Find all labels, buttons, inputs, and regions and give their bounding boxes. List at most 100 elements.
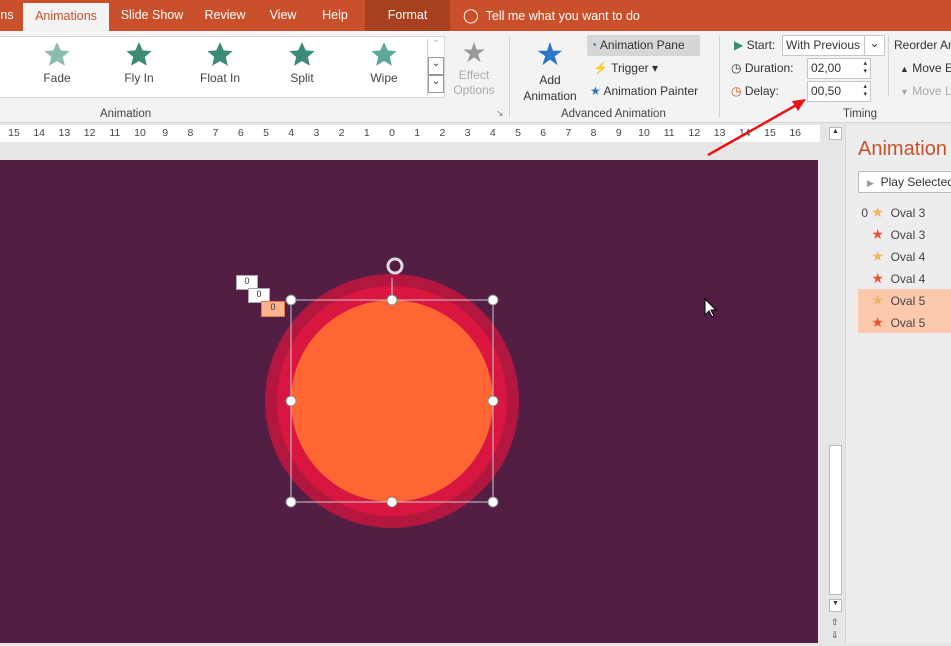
lightbulb-icon: ◯ [463,7,479,23]
scroll-up-icon[interactable]: ▲ [829,127,842,140]
animation-list-item[interactable]: ★ Oval 4 [858,245,951,267]
group-label-timing: Timing [843,108,878,120]
animation-list-item[interactable]: ★ Oval 4 [858,267,951,289]
ruler-label: 7 [212,127,219,139]
horizontal-ruler: 15 14 13 12 11 10 9 8 7 6 5 4 3 2 1 0 1 2 3 4 5 6 7 8 9 10 11 12 13 1… [0,125,820,142]
lightning-icon: ⚡ [593,61,608,75]
animation-list-item[interactable]: ★ Oval 5 [858,289,951,311]
ruler-label: 12 [688,127,701,139]
rotate-handle-icon[interactable] [386,257,404,275]
ruler-label: 1 [363,127,370,139]
emphasis-star-icon: ★ [871,270,884,286]
star-icon [44,42,70,66]
add-star-icon: ★ [535,36,565,72]
animation-tag-selected[interactable]: 0 [261,301,285,317]
animation-pane-button[interactable]: ◔ Animation Pane [587,35,700,56]
chevron-up-icon[interactable]: ⌃ [428,39,444,57]
divider [509,36,510,118]
star-icon [126,42,152,66]
ruler-label: 13 [58,127,71,139]
animation-list-item[interactable]: 0 ★ Oval 3 [858,201,951,223]
start-select[interactable]: With Previous ⌄ [782,35,885,56]
reorder-label: Reorder An [894,38,951,52]
resize-handle[interactable] [285,395,297,407]
ruler-label: 2 [338,127,345,139]
dialog-launcher-icon[interactable]: ↘ [496,108,504,119]
resize-handle[interactable] [386,294,398,306]
play-selected-button[interactable]: ▶ Play Selected [858,171,951,193]
scroll-thumb[interactable] [829,445,842,595]
scroll-down-icon[interactable]: ▼ [829,599,842,612]
duration-input[interactable]: 02,00 ▴ ▾ [807,58,871,79]
resize-handle[interactable] [487,294,499,306]
ruler-label: 5 [263,127,269,139]
tab-transitions[interactable]: ns [0,0,14,31]
ruler-label: 15 [8,127,20,139]
tab-review[interactable]: Review [198,0,252,31]
ruler-label: 11 [663,127,675,139]
duration-label: ◷ Duration: [731,61,794,75]
resize-handle[interactable] [487,395,499,407]
mouse-cursor-icon [704,297,718,318]
animation-wipe[interactable]: Wipe [354,41,414,85]
animation-list-item[interactable]: ★ Oval 5 [858,311,951,333]
spinner-icon: ▴ ▾ [863,83,867,98]
animation-float-in[interactable]: Float In [190,41,250,85]
divider [888,36,889,96]
previous-slide-icon[interactable]: ⇧ [831,617,839,628]
ruler-label: 6 [237,127,244,139]
pane-title: Animation [858,138,947,160]
emphasis-star-icon: ★ [871,226,884,242]
effect-options-button[interactable]: ★ Effect Options [449,38,499,98]
slide-canvas[interactable]: 0 0 0 [0,160,818,643]
entrance-star-icon: ★ [871,204,884,220]
resize-handle[interactable] [386,496,398,508]
ruler-label: 8 [590,127,597,139]
tab-animations[interactable]: Animations [23,3,109,31]
gallery-scroll[interactable]: ⌃ ⌄ ⌄ [427,39,444,95]
tell-me-search[interactable]: ◯ Tell me what you want to do [463,0,640,31]
gallery-more-icon[interactable]: ⌄ [428,75,444,93]
move-earlier-button[interactable]: ▲ Move E [900,61,951,75]
animation-fade[interactable]: Fade [27,41,87,85]
chevron-down-icon[interactable]: ⌄ [428,57,444,75]
ruler-label: 5 [515,127,521,139]
move-later-button[interactable]: ▼ Move L [900,84,951,98]
animation-list-item[interactable]: ★ Oval 3 [858,223,951,245]
star-icon [207,42,233,66]
painter-icon: ★ [590,84,601,98]
star-icon: ★ [461,37,487,68]
ribbon-tabs: ns Animations Slide Show Review View Hel… [0,0,951,31]
tab-help[interactable]: Help [314,0,356,31]
tab-format[interactable]: Format [365,0,450,31]
animation-split[interactable]: Split [272,41,332,85]
resize-handle[interactable] [285,496,297,508]
trigger-button[interactable]: ⚡ Trigger ▾ [593,61,658,75]
resize-handle[interactable] [285,294,297,306]
ruler-label: 4 [288,127,295,139]
next-slide-icon[interactable]: ⇩ [831,630,839,641]
clock-icon: ◷ [731,61,742,75]
play-icon: ▶ [734,38,744,52]
resize-handle[interactable] [487,496,499,508]
ruler-label: 9 [615,127,622,139]
animation-gallery: Fade Fly In Float In Split Wipe ⌃ ⌄ ⌄ [0,36,445,98]
ruler-label: 12 [83,127,96,139]
ruler-label: 8 [187,127,194,139]
spinner-icon: ▴ ▾ [863,60,867,75]
animation-fly-in[interactable]: Fly In [109,41,169,85]
add-animation-button[interactable]: ★ Add Animation [515,36,585,104]
ruler-label: 7 [565,127,572,139]
ruler-label: 10 [638,127,650,139]
ruler-label: 11 [109,127,121,139]
ruler-label: 6 [540,127,547,139]
ruler-label: 2 [439,127,446,139]
star-icon [371,42,397,66]
tab-slide-show[interactable]: Slide Show [113,0,191,31]
tab-view[interactable]: View [262,0,304,31]
vertical-scrollbar[interactable]: ▲ ▼ ⇧ ⇩ [826,125,844,643]
entrance-star-icon: ★ [871,248,884,264]
animation-painter-button[interactable]: ★ Animation Painter [590,84,698,98]
group-label-advanced-animation: Advanced Animation [561,108,666,120]
oval-5[interactable] [291,300,493,502]
